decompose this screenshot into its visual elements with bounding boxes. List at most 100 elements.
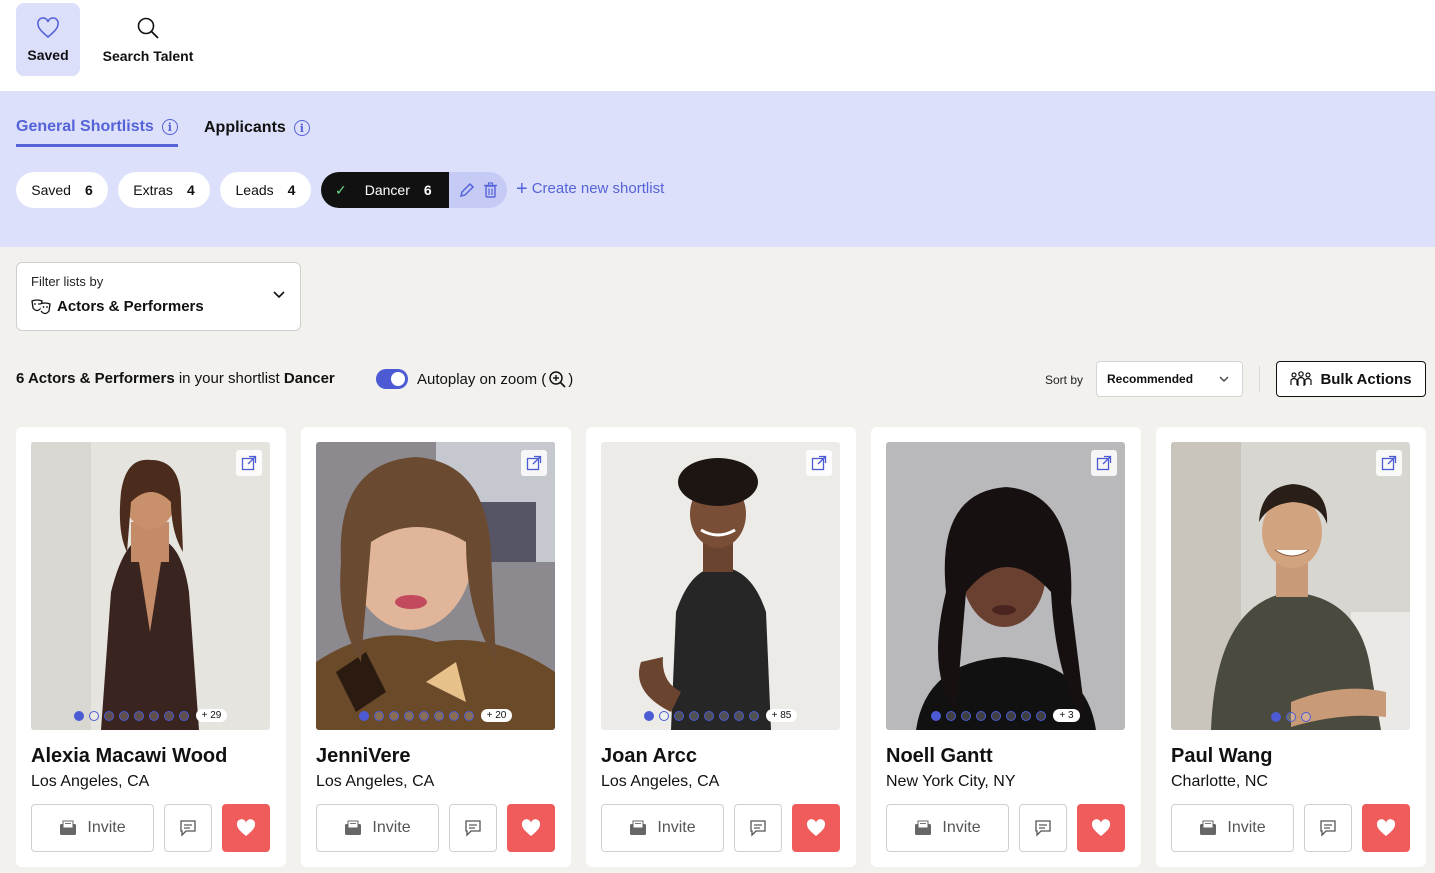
invite-button[interactable]: Invite [31,804,154,852]
carousel-dot[interactable] [388,710,399,721]
carousel-dot[interactable] [403,710,414,721]
carousel-dot[interactable] [643,710,654,721]
talent-name[interactable]: JenniVere [316,745,411,768]
shortlist-chip-leads[interactable]: Leads 4 [220,172,311,208]
talent-photo[interactable]: + 85 [601,442,840,730]
carousel-dot[interactable] [448,710,459,721]
favorite-button[interactable] [1362,804,1410,852]
carousel-dot[interactable] [1270,712,1281,722]
carousel-dot[interactable] [733,710,744,721]
carousel-dot[interactable] [976,710,987,721]
carousel-dot[interactable] [433,710,444,721]
carousel-dot[interactable] [118,710,129,721]
top-nav: Saved Search Talent [0,0,1435,91]
message-button[interactable] [1019,804,1067,852]
mail-icon [1200,820,1217,835]
carousel-dot[interactable] [73,710,84,721]
shortlist-header: General Shortlists i Applicants i Saved … [0,91,1435,247]
filter-value: Actors & Performers [31,298,204,315]
carousel-dot[interactable] [163,710,174,721]
carousel-dot[interactable] [1006,710,1017,721]
shortlist-chip-saved[interactable]: Saved 6 [16,172,108,208]
message-button[interactable] [164,804,212,852]
carousel-dot[interactable] [718,710,729,721]
open-external-icon[interactable] [1376,450,1402,476]
tab-general-shortlists-label: General Shortlists [16,118,154,135]
talent-photo[interactable]: + 3 [886,442,1125,730]
talent-card: + 29 Alexia Macawi Wood Los Angeles, CA … [16,427,286,867]
carousel-dot[interactable] [1300,712,1311,722]
talent-name[interactable]: Joan Arcc [601,745,697,768]
invite-label: Invite [657,819,696,836]
carousel-dot[interactable] [946,710,957,721]
carousel-dot[interactable] [961,710,972,721]
nav-saved[interactable]: Saved [16,3,80,76]
carousel-dot[interactable] [103,710,114,721]
message-button[interactable] [449,804,497,852]
mail-icon [630,820,647,835]
shortlist-tools [449,172,507,208]
carousel-dot[interactable] [673,710,684,721]
carousel-dot[interactable] [133,710,144,721]
invite-button[interactable]: Invite [886,804,1009,852]
carousel-dot[interactable] [1285,712,1296,722]
open-external-icon[interactable] [521,450,547,476]
autoplay-toggle[interactable] [376,369,408,389]
favorite-button[interactable] [792,804,840,852]
favorite-button[interactable] [1077,804,1125,852]
carousel-dot[interactable] [178,710,189,721]
message-button[interactable] [734,804,782,852]
talent-photo[interactable] [1171,442,1410,730]
message-icon [1320,820,1336,837]
carousel-dot[interactable] [931,710,942,721]
sort-select[interactable]: Recommended [1096,361,1243,397]
carousel-dot[interactable] [991,710,1002,721]
photo-carousel-dots: + 3 [886,709,1125,722]
talent-name[interactable]: Noell Gantt [886,745,993,768]
photo-carousel-dots: + 29 [31,709,270,722]
carousel-dot[interactable] [658,710,669,721]
talent-photo[interactable]: + 29 [31,442,270,730]
create-shortlist-link[interactable]: + Create new shortlist [516,179,664,199]
sort-value: Recommended [1107,372,1194,386]
invite-button[interactable]: Invite [601,804,724,852]
message-button[interactable] [1304,804,1352,852]
carousel-dot[interactable] [418,710,429,721]
tab-applicants[interactable]: Applicants i [204,116,310,146]
trash-icon[interactable] [483,182,498,198]
open-external-icon[interactable] [806,450,832,476]
carousel-dot[interactable] [373,710,384,721]
carousel-dot[interactable] [1021,710,1032,721]
carousel-dot[interactable] [463,710,474,721]
talent-photo[interactable]: + 20 [316,442,555,730]
favorite-button[interactable] [222,804,270,852]
open-external-icon[interactable] [236,450,262,476]
bulk-actions-button[interactable]: Bulk Actions [1276,361,1426,397]
bulk-actions-label: Bulk Actions [1320,370,1412,388]
nav-search-talent[interactable]: Search Talent [100,3,196,76]
carousel-dot[interactable] [88,710,99,721]
search-icon [137,17,159,39]
carousel-dot[interactable] [358,710,369,721]
tab-general-shortlists[interactable]: General Shortlists i [16,116,178,147]
shortlist-chip-extras[interactable]: Extras 4 [118,172,210,208]
carousel-dot[interactable] [1036,710,1047,721]
edit-pencil-icon[interactable] [459,182,475,198]
talent-name[interactable]: Paul Wang [1171,745,1272,768]
talent-name[interactable]: Alexia Macawi Wood [31,745,227,768]
carousel-dot[interactable] [748,710,759,721]
carousel-dot[interactable] [148,710,159,721]
favorite-button[interactable] [507,804,555,852]
filter-lists-dropdown[interactable]: Filter lists by Actors & Performers [16,262,301,331]
invite-label: Invite [1227,819,1266,836]
carousel-dot[interactable] [688,710,699,721]
portrait-image [316,442,555,730]
zoom-in-icon [549,371,566,388]
invite-button[interactable]: Invite [1171,804,1294,852]
open-external-icon[interactable] [1091,450,1117,476]
info-icon[interactable]: i [161,119,178,135]
invite-button[interactable]: Invite [316,804,439,852]
shortlist-chip-dancer[interactable]: ✓ Dancer 6 [321,172,449,208]
info-icon[interactable]: i [293,120,310,136]
carousel-dot[interactable] [703,710,714,721]
